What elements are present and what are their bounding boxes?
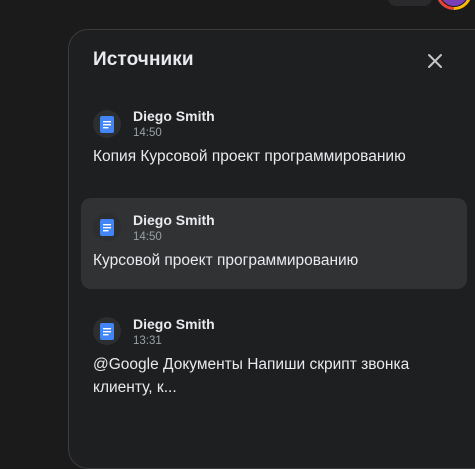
source-title[interactable]: Копия Курсовой проект программированию — [93, 145, 453, 168]
source-time: 14:50 — [133, 231, 162, 243]
top-toolbar-button[interactable] — [388, 0, 432, 6]
google-docs-icon — [93, 110, 121, 138]
source-time: 13:31 — [133, 335, 162, 347]
source-item[interactable]: Diego Smith 14:50 Копия Курсовой проект … — [81, 98, 467, 180]
source-author: Diego Smith — [133, 316, 215, 332]
source-author: Diego Smith — [133, 108, 215, 124]
sources-panel: Источники Diego Smith 14:50 Копия Курсов… — [68, 29, 475, 469]
source-author: Diego Smith — [133, 212, 215, 228]
account-avatar[interactable] — [436, 0, 472, 10]
source-title[interactable]: Курсовой проект программированию — [93, 249, 453, 272]
close-button[interactable] — [420, 46, 450, 76]
google-docs-icon — [93, 213, 121, 241]
google-docs-icon — [93, 317, 121, 345]
source-title[interactable]: @Google Документы Напиши скрипт звонка к… — [93, 353, 453, 399]
source-item[interactable]: Diego Smith 14:50 Курсовой проект програ… — [81, 198, 467, 289]
panel-title: Источники — [93, 49, 194, 70]
source-time: 14:50 — [133, 127, 162, 139]
avatar[interactable] — [439, 0, 469, 7]
source-item[interactable]: Diego Smith 13:31 @Google Документы Напи… — [81, 302, 467, 412]
close-icon[interactable] — [427, 53, 443, 69]
